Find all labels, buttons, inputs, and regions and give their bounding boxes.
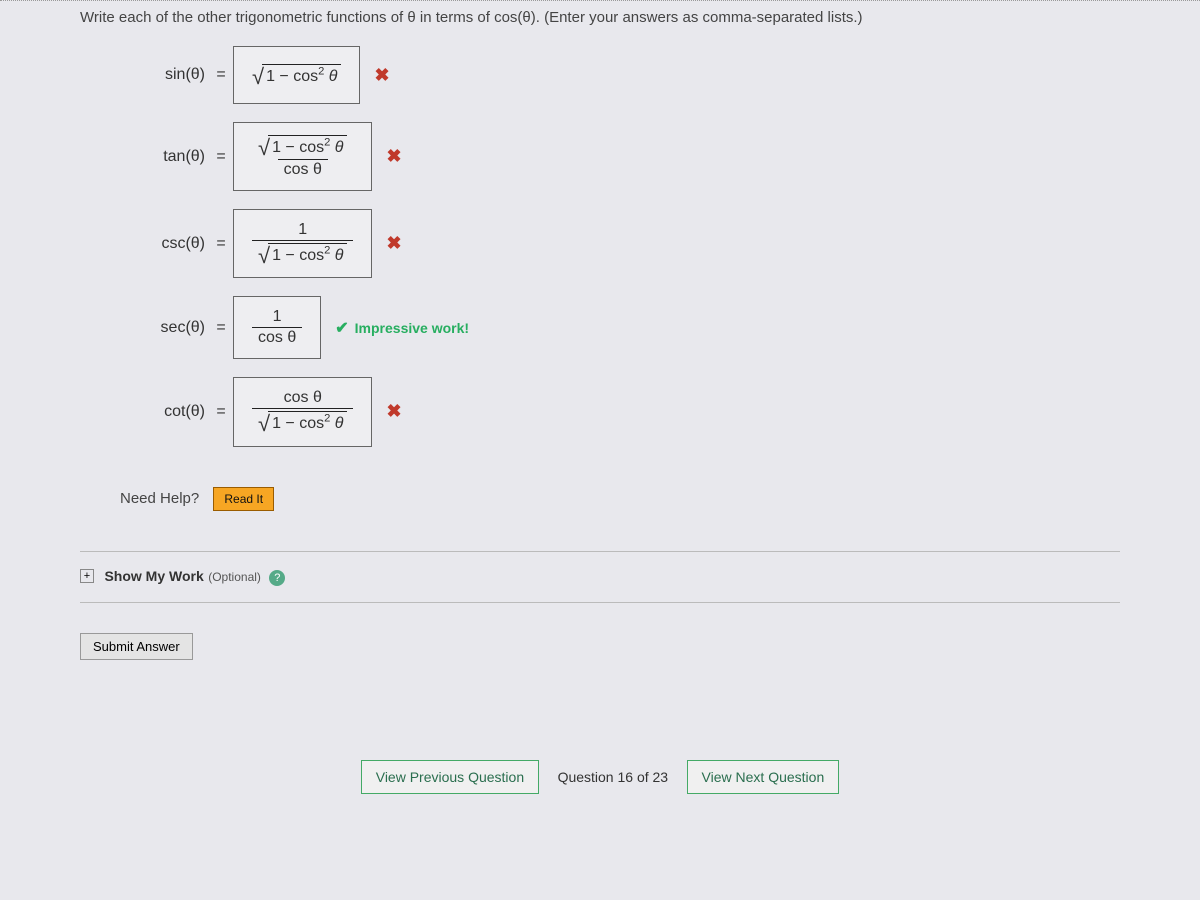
theta: θ — [335, 415, 344, 432]
show-work-title: Show My Work — [104, 568, 203, 584]
equals: = — [209, 403, 233, 421]
equals: = — [209, 319, 233, 337]
answer-box-sin[interactable]: √ 1 − cos2 θ — [233, 46, 360, 104]
sqrt-icon: √ — [258, 413, 270, 435]
answer-box-csc[interactable]: 1 √ 1 − cos2 θ — [233, 209, 372, 278]
need-help-row: Need Help? Read It — [120, 487, 1120, 511]
instruction-text: Write each of the other trigonometric fu… — [80, 9, 1120, 26]
lhs-tan: tan(θ) — [120, 148, 209, 166]
show-work-optional: (Optional) — [208, 570, 261, 584]
equals: = — [209, 235, 233, 253]
row-sin: sin(θ) = √ 1 − cos2 θ ✖ — [120, 46, 1120, 104]
lhs-csc: csc(θ) — [120, 235, 209, 253]
math-text: cos θ — [252, 327, 302, 348]
math-text: cos θ — [278, 159, 328, 180]
wrong-icon: ✖ — [386, 233, 401, 254]
math-text: 1 — [292, 220, 313, 240]
lhs-cot: cot(θ) — [120, 403, 209, 421]
wrong-icon: ✖ — [386, 146, 401, 167]
row-csc: csc(θ) = 1 √ 1 − cos2 θ ✖ — [120, 209, 1120, 278]
expand-icon: + — [80, 569, 94, 583]
row-sec: sec(θ) = 1 cos θ ✔ Impressive work! — [120, 296, 1120, 359]
sqrt-icon: √ — [252, 66, 264, 88]
theta: θ — [335, 139, 344, 156]
sqrt-icon: √ — [258, 137, 270, 159]
read-it-button[interactable]: Read It — [213, 487, 274, 511]
answer-box-sec[interactable]: 1 cos θ — [233, 296, 321, 359]
theta: θ — [335, 247, 344, 264]
show-my-work-toggle[interactable]: + Show My Work (Optional) ? — [80, 551, 1120, 603]
math-sup: 2 — [318, 66, 324, 78]
answer-box-cot[interactable]: cos θ √ 1 − cos2 θ — [233, 377, 372, 446]
math-text: 1 − cos — [272, 247, 324, 264]
sqrt-icon: √ — [258, 245, 270, 267]
math-text: 1 — [267, 307, 288, 327]
wrong-icon: ✖ — [386, 401, 401, 422]
math-text: 1 − cos — [272, 415, 324, 432]
math-text: 1 − cos — [266, 68, 318, 85]
question-nav: View Previous Question Question 16 of 23… — [80, 760, 1120, 794]
row-cot: cot(θ) = cos θ √ 1 − cos2 θ ✖ — [120, 377, 1120, 446]
lhs-sin: sin(θ) — [120, 66, 209, 84]
math-text: cos θ — [278, 388, 328, 408]
math-text: 1 − cos — [272, 139, 324, 156]
theta: θ — [329, 68, 338, 85]
math-sup: 2 — [324, 245, 330, 257]
equals: = — [209, 148, 233, 166]
answer-box-tan[interactable]: √ 1 − cos2 θ cos θ — [233, 122, 372, 191]
next-question-button[interactable]: View Next Question — [687, 760, 840, 794]
submit-answer-button[interactable]: Submit Answer — [80, 633, 193, 660]
equals: = — [209, 66, 233, 84]
correct-icon: ✔ — [335, 318, 348, 338]
math-sup: 2 — [324, 137, 330, 149]
prev-question-button[interactable]: View Previous Question — [361, 760, 539, 794]
math-sup: 2 — [324, 413, 330, 425]
feedback-text: Impressive work! — [355, 320, 469, 336]
lhs-sec: sec(θ) — [120, 319, 209, 337]
wrong-icon: ✖ — [374, 65, 389, 86]
help-icon[interactable]: ? — [269, 570, 285, 586]
question-position: Question 16 of 23 — [558, 769, 669, 785]
row-tan: tan(θ) = √ 1 − cos2 θ cos θ ✖ — [120, 122, 1120, 191]
need-help-label: Need Help? — [120, 490, 199, 507]
